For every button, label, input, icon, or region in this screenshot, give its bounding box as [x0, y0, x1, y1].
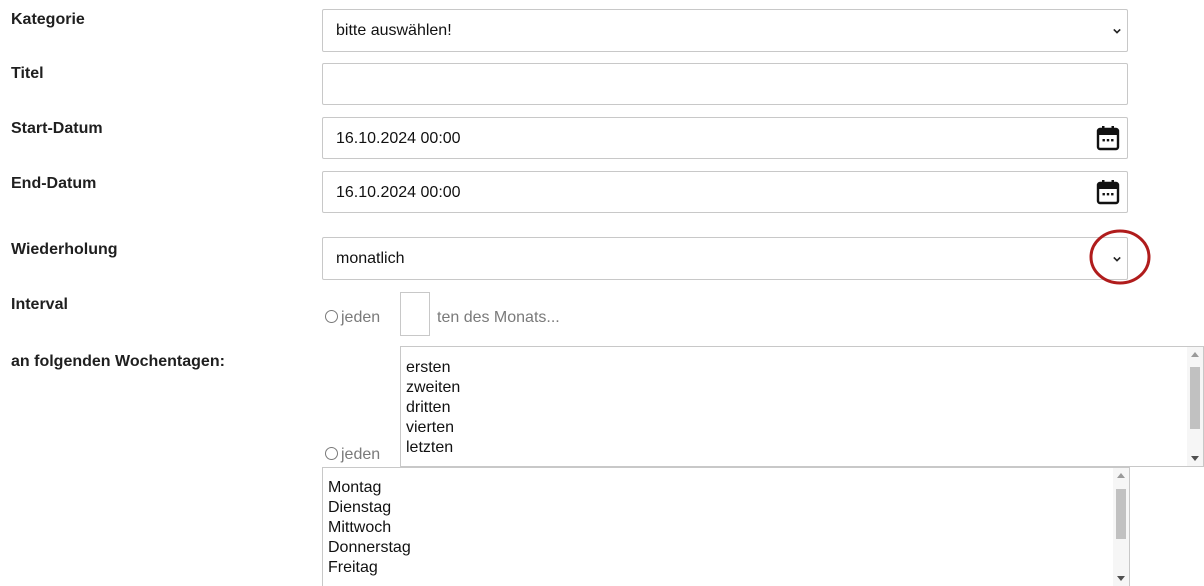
ordinal-scrollbar[interactable] [1187, 347, 1203, 466]
list-item[interactable]: dritten [401, 398, 1203, 418]
weekday-scrollbar[interactable] [1113, 468, 1129, 586]
interval-suffix: ten des Monats... [437, 309, 560, 326]
scroll-thumb[interactable] [1116, 489, 1126, 539]
start-datum-value: 16.10.2024 00:00 [336, 130, 461, 147]
end-datum-input[interactable]: 16.10.2024 00:00 [322, 171, 1128, 213]
wochentage-radio[interactable]: jeden [325, 446, 380, 464]
end-datum-value: 16.10.2024 00:00 [336, 184, 461, 201]
list-item[interactable]: Donnerstag [323, 538, 1129, 558]
list-item[interactable]: letzten [401, 438, 1203, 458]
label-kategorie: Kategorie [11, 11, 85, 28]
list-item[interactable]: Freitag [323, 558, 1129, 578]
label-titel: Titel [11, 65, 44, 82]
list-item[interactable]: Mittwoch [323, 518, 1129, 538]
list-item[interactable]: Montag [323, 478, 1129, 498]
kategorie-select[interactable]: bitte auswählen! [322, 9, 1128, 52]
scroll-up-icon[interactable] [1117, 473, 1125, 478]
radio-icon[interactable] [325, 447, 338, 461]
scroll-thumb[interactable] [1190, 367, 1200, 429]
highlight-circle [1089, 229, 1151, 285]
label-interval: Interval [11, 296, 68, 313]
scroll-up-icon[interactable] [1191, 352, 1199, 357]
wiederholung-select[interactable]: monatlich [322, 237, 1128, 280]
calendar-icon[interactable] [1096, 125, 1120, 151]
scroll-down-icon[interactable] [1117, 576, 1125, 581]
kategorie-value: bitte auswählen! [336, 22, 452, 39]
calendar-icon[interactable] [1096, 179, 1120, 205]
scroll-down-icon[interactable] [1191, 456, 1199, 461]
wiederholung-value: monatlich [336, 250, 405, 267]
chevron-down-icon [1113, 28, 1121, 34]
titel-input[interactable] [322, 63, 1128, 105]
label-start-datum: Start-Datum [11, 120, 103, 137]
radio-icon[interactable] [325, 310, 338, 324]
label-wochentage: an folgenden Wochentagen: [11, 353, 225, 370]
ordinal-listbox[interactable]: ersten zweiten dritten vierten letzten [400, 346, 1204, 467]
interval-radio[interactable]: jeden [325, 309, 380, 327]
list-item[interactable]: ersten [401, 358, 1203, 378]
label-end-datum: End-Datum [11, 175, 97, 192]
interval-prefix: jeden [341, 309, 381, 326]
weekday-listbox[interactable]: Montag Dienstag Mittwoch Donnerstag Frei… [322, 467, 1130, 586]
label-wiederholung: Wiederholung [11, 241, 118, 258]
wochentage-prefix: jeden [341, 446, 381, 463]
list-item[interactable]: vierten [401, 418, 1203, 438]
interval-day-input[interactable] [400, 292, 430, 336]
list-item[interactable]: Dienstag [323, 498, 1129, 518]
start-datum-input[interactable]: 16.10.2024 00:00 [322, 117, 1128, 159]
list-item[interactable]: zweiten [401, 378, 1203, 398]
